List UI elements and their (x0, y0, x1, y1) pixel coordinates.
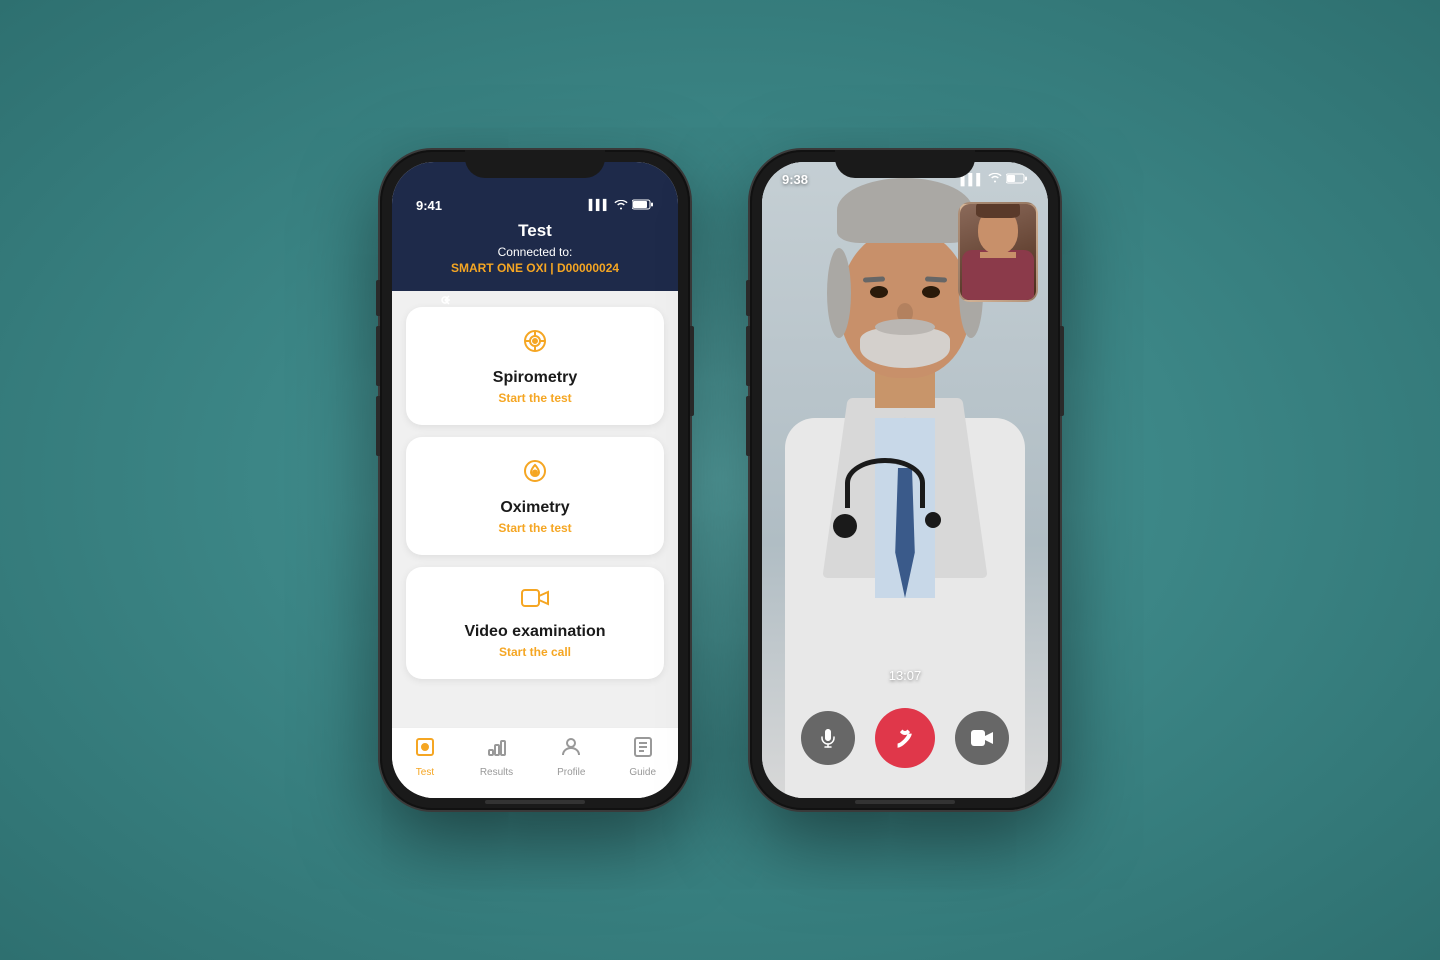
battery-icon-right (1006, 173, 1028, 187)
nav-test[interactable]: Test (414, 736, 436, 778)
power-button-right (1060, 326, 1064, 416)
mute-button-right (746, 280, 750, 316)
volume-down-right (746, 396, 750, 456)
spirometry-icon (521, 327, 549, 361)
status-time-right: 9:38 (782, 172, 808, 187)
status-time: 9:41 (416, 198, 442, 213)
left-phone-screen: 9:41 ▌▌▌ (392, 162, 678, 798)
test-nav-icon (414, 736, 436, 764)
app-header: 9:41 ▌▌▌ (392, 162, 678, 291)
bottom-navigation: Test Results (392, 727, 678, 798)
test-nav-label: Test (416, 767, 434, 778)
results-nav-label: Results (480, 767, 513, 778)
status-icons-right: ▌▌▌ (961, 173, 1028, 187)
volume-down-left (376, 396, 380, 456)
right-phone: 9:38 ▌▌▌ (750, 150, 1060, 810)
wifi-icon (614, 199, 628, 213)
battery-icon (632, 199, 654, 213)
end-call-button[interactable] (875, 708, 935, 768)
nav-profile[interactable]: Profile (557, 736, 585, 778)
spirometry-card[interactable]: Spirometry Start the test (406, 307, 664, 425)
oximetry-subtitle: Start the test (498, 521, 571, 535)
profile-nav-label: Profile (557, 767, 585, 778)
sound-icon (436, 291, 454, 314)
signal-icon: ▌▌▌ (589, 200, 610, 211)
home-indicator-left (485, 800, 585, 804)
video-toggle-button[interactable] (955, 711, 1009, 765)
right-phone-screen: 9:38 ▌▌▌ (762, 162, 1048, 798)
left-app: 9:41 ▌▌▌ (392, 162, 678, 798)
video-exam-card[interactable]: Video examination Start the call (406, 567, 664, 679)
volume-up-right (746, 326, 750, 386)
nav-results[interactable]: Results (480, 736, 513, 778)
oximetry-card[interactable]: Oximetry Start the test (406, 437, 664, 555)
connected-label: Connected to: (412, 245, 658, 259)
phones-container: 9:41 ▌▌▌ (380, 150, 1060, 810)
spirometry-subtitle: Start the test (498, 391, 571, 405)
call-controls (762, 708, 1048, 768)
self-view-preview (958, 202, 1038, 302)
video-exam-subtitle: Start the call (499, 645, 571, 659)
oximetry-icon (521, 457, 549, 491)
power-button-left (690, 326, 694, 416)
home-indicator-right (855, 800, 955, 804)
guide-nav-label: Guide (629, 767, 656, 778)
volume-up-left (376, 326, 380, 386)
phone-notch-left (465, 150, 605, 178)
app-title: Test (412, 221, 658, 241)
video-exam-title: Video examination (464, 623, 605, 641)
wifi-icon-right (988, 173, 1002, 186)
phone-notch-right (835, 150, 975, 178)
status-bar: 9:41 ▌▌▌ (412, 198, 658, 213)
profile-nav-icon (560, 736, 582, 764)
video-call-screen: 9:38 ▌▌▌ (762, 162, 1048, 798)
results-nav-icon (486, 736, 508, 764)
test-cards-area: Spirometry Start the test Oximetry (392, 291, 678, 727)
video-icon (521, 587, 549, 615)
left-phone: 9:41 ▌▌▌ (380, 150, 690, 810)
spirometry-title: Spirometry (493, 369, 577, 387)
status-icons: ▌▌▌ (589, 199, 654, 213)
device-name: SMART ONE OXI | D00000024 (412, 261, 658, 275)
call-timer: 13:07 (889, 668, 922, 683)
oximetry-title: Oximetry (500, 499, 569, 517)
mute-button[interactable] (801, 711, 855, 765)
mute-button-left (376, 280, 380, 316)
guide-nav-icon (632, 736, 654, 764)
nav-guide[interactable]: Guide (629, 736, 656, 778)
